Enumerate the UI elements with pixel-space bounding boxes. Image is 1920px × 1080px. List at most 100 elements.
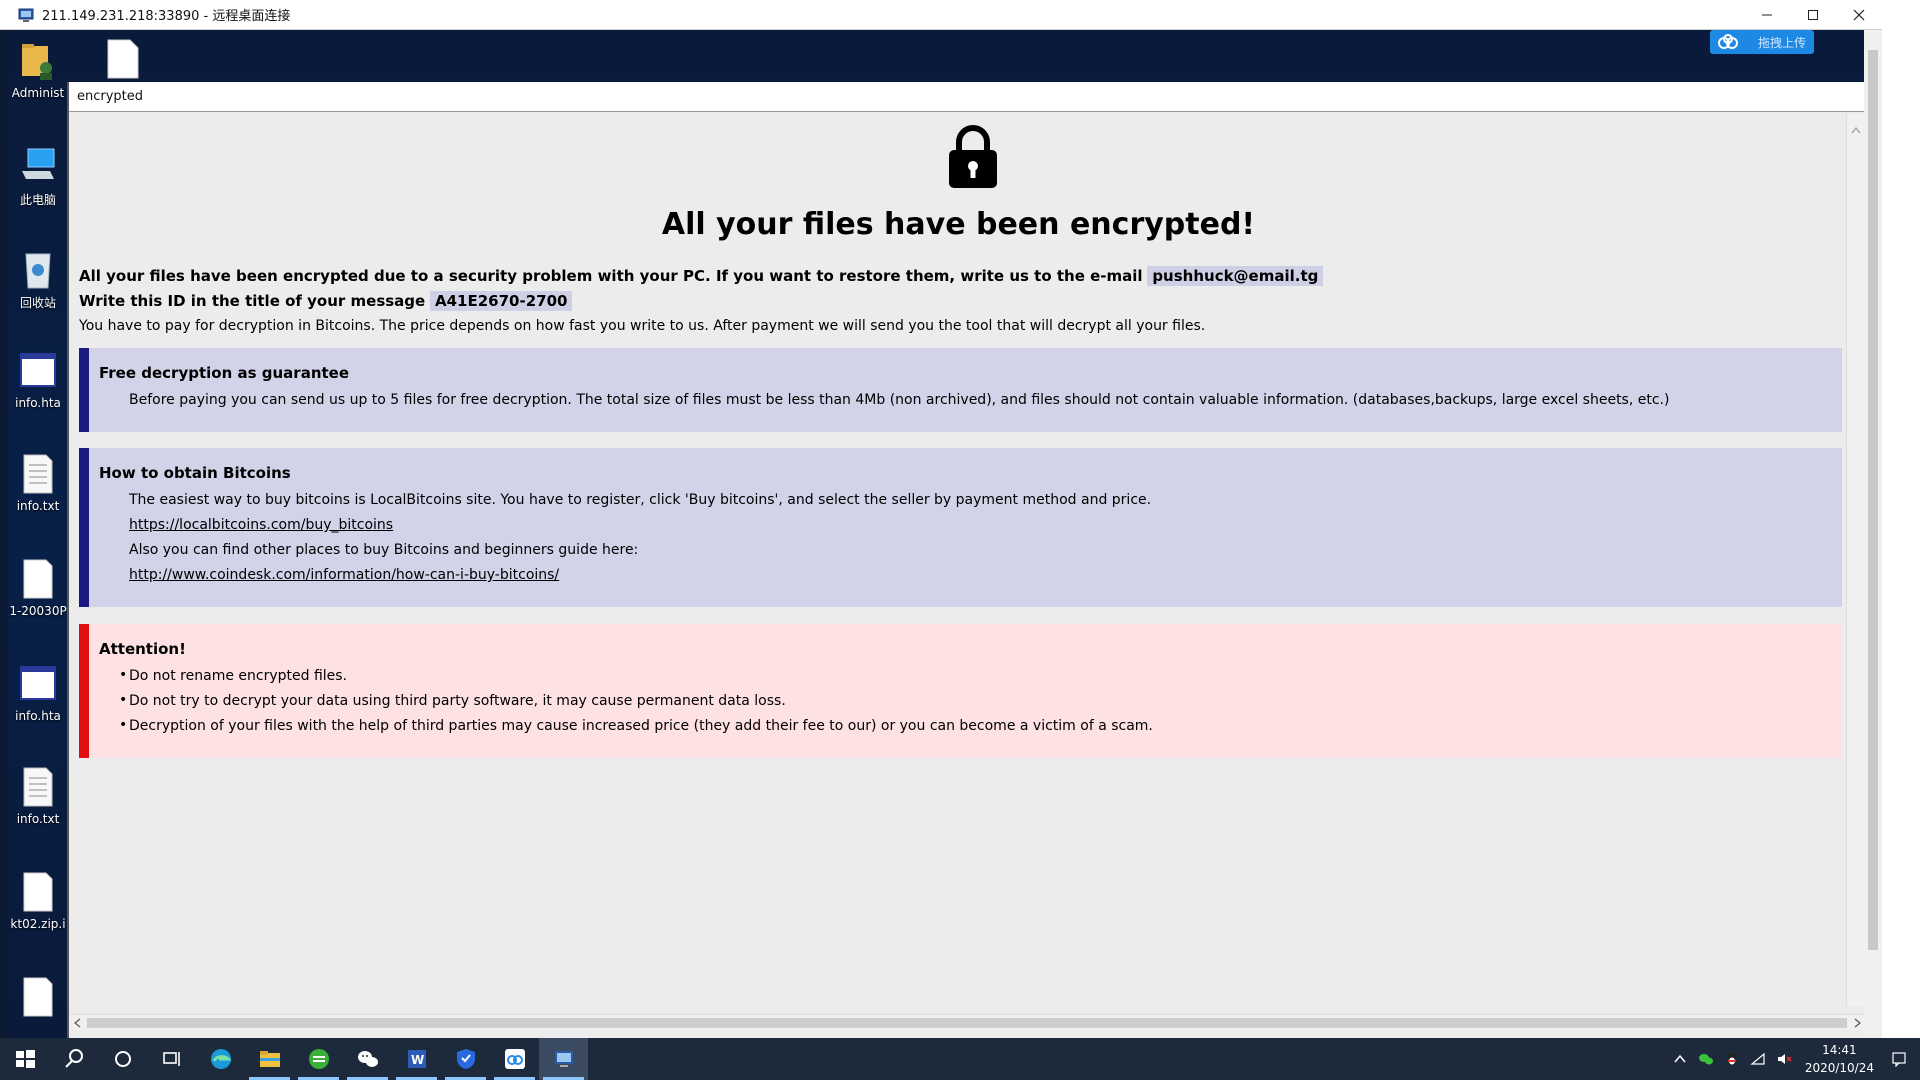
tray-volume[interactable] (1773, 1048, 1795, 1070)
desktop-icon-info-hta[interactable]: info.hta (8, 350, 68, 410)
scrollbar-thumb[interactable] (87, 1018, 1847, 1028)
start-button[interactable] (0, 1038, 49, 1080)
desktop-icon-label: Administ (11, 86, 65, 100)
text-file-icon (23, 454, 53, 494)
word-button[interactable]: W (392, 1038, 441, 1080)
payment-info: You have to pay for decryption in Bitcoi… (79, 318, 1206, 334)
panel-title: How to obtain Bitcoins (99, 464, 291, 482)
attention-bullet: Do not rename encrypted files. (119, 667, 347, 684)
maximize-button[interactable] (1790, 0, 1836, 30)
wechat-icon (357, 1051, 378, 1067)
upload-label: 拖拽上传 (1758, 35, 1807, 50)
taskbar: W 14:41 2020/10/24 (0, 1038, 1920, 1080)
file-explorer-button[interactable] (245, 1038, 294, 1080)
search-button[interactable] (49, 1038, 98, 1080)
file-explorer-icon (259, 1051, 280, 1067)
chevron-left-icon (74, 1018, 81, 1028)
vertical-scrollbar[interactable] (1846, 114, 1864, 1006)
clock-date: 2020/10/24 (1804, 1061, 1874, 1075)
desktop-icon-label: 1-20030P (9, 604, 67, 618)
start-icon (15, 1050, 35, 1068)
hta-window-title: encrypted (77, 89, 144, 104)
remote-desktop-app-icon (18, 8, 34, 22)
desktop-icon-label: info.hta (15, 396, 61, 410)
horizontal-scrollbar[interactable] (69, 1014, 1864, 1030)
desktop-icon-label: 此电脑 (19, 193, 56, 207)
scrollbar-thumb[interactable] (1868, 50, 1878, 950)
close-button[interactable] (1836, 0, 1882, 30)
security-shield-button[interactable] (441, 1038, 490, 1080)
chevron-up-icon (1851, 127, 1861, 134)
security-shield-icon (456, 1049, 475, 1069)
tray-wechat[interactable] (1695, 1048, 1717, 1070)
upload-badge[interactable]: 拖拽上传 (1710, 30, 1814, 54)
tray-qq[interactable] (1721, 1048, 1743, 1070)
volume-muted-icon (1777, 1054, 1792, 1064)
remote-desktop-icon (554, 1051, 573, 1067)
rdp-titlebar[interactable]: 211.149.231.218:33890 - 远程桌面连接 (0, 0, 1882, 30)
computer-icon (22, 148, 55, 179)
desktop-icon-label: 回收站 (19, 296, 56, 310)
headline: All your files have been encrypted! (661, 207, 1256, 242)
contact-email: pushhuck@email.tg (1147, 266, 1324, 286)
remote-desktop-button[interactable] (539, 1038, 588, 1080)
wechat-icon (1698, 1054, 1713, 1065)
remote-desktop-window: 211.149.231.218:33890 - 远程桌面连接 Administ (0, 0, 1882, 1038)
maximize-icon (1808, 10, 1818, 20)
browser-360-button[interactable] (294, 1038, 343, 1080)
hta-titlebar[interactable]: encrypted (69, 82, 1864, 112)
search-icon (64, 1049, 83, 1068)
desktop-icon-encrypted-file[interactable]: 1-20030P (8, 558, 68, 618)
minimize-icon (1762, 14, 1772, 16)
show-hidden-icons-button[interactable] (1669, 1048, 1691, 1070)
task-view-icon (162, 1052, 180, 1066)
desktop-icon-file[interactable] (8, 976, 68, 1022)
qq-penguin-icon (1726, 1053, 1737, 1065)
wechat-button[interactable] (343, 1038, 392, 1080)
contact-line: All your files have been encrypted due t… (79, 266, 1324, 286)
word-icon: W (407, 1050, 426, 1068)
desktop-icon-label: kt02.zip.i (10, 917, 66, 931)
panel-title: Free decryption as guarantee (99, 364, 350, 382)
close-icon (1853, 9, 1865, 21)
svg-text:W: W (411, 1053, 424, 1067)
panel-text: Before paying you can send us up to 5 fi… (129, 392, 1670, 408)
action-center-button[interactable] (1888, 1048, 1910, 1070)
tray-network[interactable] (1747, 1048, 1769, 1070)
chevron-up-icon (1674, 1054, 1686, 1063)
desktop-icon-recycle-bin[interactable]: 回收站 (8, 248, 68, 311)
hta-window: encrypted All your files have been encry… (67, 82, 1864, 1038)
desktop-icon-this-pc[interactable]: 此电脑 (8, 145, 68, 208)
taskbar-clock[interactable]: 14:41 2020/10/24 (1805, 1041, 1874, 1077)
panel-text: The easiest way to buy bitcoins is Local… (129, 492, 1152, 508)
ransom-note-content: All your files have been encrypted! All … (69, 114, 1848, 1006)
baidu-netdisk-button[interactable] (490, 1038, 539, 1080)
cortana-icon (114, 1051, 131, 1067)
task-view-button[interactable] (147, 1038, 196, 1080)
desktop-icon-info-hta-2[interactable]: info.hta (8, 663, 68, 723)
blank-file-icon (23, 872, 53, 912)
desktop-icon-info-txt[interactable]: info.txt (8, 453, 68, 513)
desktop-icon-kt02-zip[interactable]: kt02.zip.i (8, 871, 68, 931)
coindesk-link[interactable]: http://www.coindesk.com/information/how-… (129, 567, 559, 583)
desktop-icon-administrator[interactable]: Administ (8, 40, 68, 100)
user-folder-icon (22, 44, 52, 80)
edge-icon (210, 1049, 232, 1069)
blank-file-icon (23, 559, 53, 599)
hta-window-icon (20, 353, 56, 387)
blank-file-icon[interactable] (106, 38, 140, 80)
localbitcoins-link[interactable]: https://localbitcoins.com/buy_bitcoins (129, 517, 393, 533)
cortana-button[interactable] (98, 1038, 147, 1080)
clock-time: 14:41 (1822, 1043, 1857, 1057)
attention-bullet: Decryption of your files with the help o… (119, 717, 1153, 734)
edge-button[interactable] (196, 1038, 245, 1080)
system-tray: 14:41 2020/10/24 (1667, 1038, 1920, 1080)
rdp-window-title: 211.149.231.218:33890 - 远程桌面连接 (42, 9, 291, 24)
panel-obtain-bitcoins: How to obtain Bitcoins The easiest way t… (79, 448, 1842, 607)
minimize-button[interactable] (1744, 0, 1790, 30)
browser-360-icon (308, 1049, 329, 1069)
hta-window-icon (20, 666, 56, 700)
desktop-icon-info-txt-2[interactable]: info.txt (8, 766, 68, 826)
notification-icon (1892, 1052, 1906, 1067)
rdp-vertical-scrollbar[interactable] (1864, 30, 1882, 1038)
